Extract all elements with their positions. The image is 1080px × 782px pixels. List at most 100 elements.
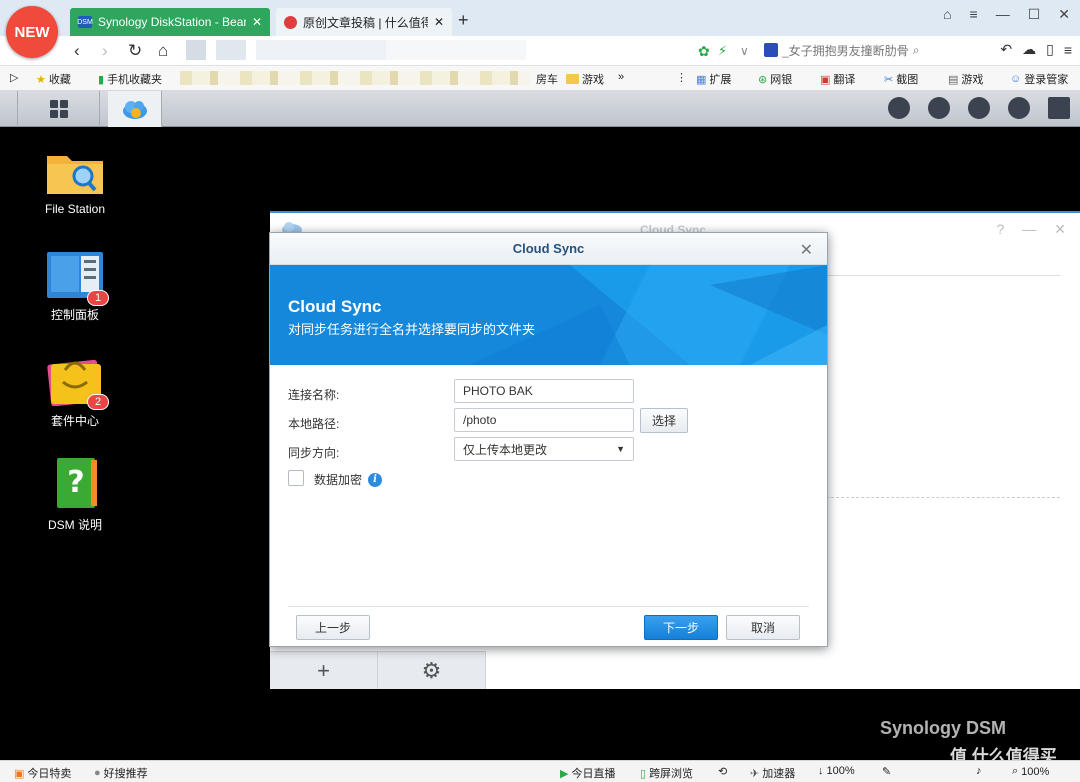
forward-icon[interactable]: › xyxy=(102,41,108,61)
download-icon: ↓ xyxy=(818,765,824,777)
cloud-icon[interactable]: ☁ xyxy=(1022,41,1036,58)
sync-direction-select[interactable]: 仅上传本地更改 ▼ xyxy=(454,437,634,461)
baidu-icon xyxy=(764,43,778,57)
close-window-icon[interactable]: ✕ xyxy=(1058,6,1070,23)
skin-icon[interactable]: ⌂ xyxy=(943,6,951,23)
minimize-icon[interactable]: — xyxy=(1022,221,1036,238)
games-button[interactable]: ▤ 游戏 xyxy=(948,71,983,87)
tab-synology[interactable]: DSM Synology DiskStation - BearDi ✕ xyxy=(70,8,270,36)
gift-icon: ▣ xyxy=(14,767,25,780)
home-icon[interactable]: ⌂ xyxy=(158,41,168,61)
close-icon[interactable]: ✕ xyxy=(1054,221,1066,238)
cloud-sync-taskbar-button[interactable] xyxy=(108,91,162,127)
accelerator-link[interactable]: ✈ 加速器 xyxy=(750,765,795,781)
ext-button[interactable]: ▦ 扩展 xyxy=(696,71,731,87)
chat-icon[interactable] xyxy=(888,97,910,119)
window-list-icon[interactable] xyxy=(1048,97,1070,119)
bookmark-label: 网银 xyxy=(770,74,793,86)
secure-icon: ✿ xyxy=(698,43,710,59)
today-deals-link[interactable]: ▣ 今日特卖 xyxy=(14,765,71,781)
back-icon[interactable]: ‹ xyxy=(74,41,80,61)
info-icon[interactable]: i xyxy=(368,472,383,487)
live-link[interactable]: ▶ 今日直播 xyxy=(560,765,615,781)
connection-name-input[interactable]: PHOTO BAK xyxy=(454,379,634,403)
encrypt-checkbox[interactable] xyxy=(288,470,304,486)
control-panel-icon: 1 xyxy=(45,250,109,306)
desktop-icon-dsm-help[interactable]: ? DSM 说明 xyxy=(30,456,120,533)
bookmark-favorites[interactable]: ★ 收藏 xyxy=(36,71,71,87)
desktop-icon-package-center[interactable]: 2 套件中心 xyxy=(30,352,120,429)
search-box[interactable]: _女子拥抱男友撞断肋骨 ⌕ xyxy=(764,40,944,60)
next-button[interactable]: 下一步 xyxy=(644,615,718,640)
local-path-input[interactable]: /photo xyxy=(454,408,634,432)
divider xyxy=(826,497,1060,498)
bookmark-label: 手机收藏夹 xyxy=(107,74,163,86)
close-icon[interactable]: ✕ xyxy=(800,240,813,260)
search-icon[interactable] xyxy=(968,97,990,119)
refresh-icon[interactable]: ↻ xyxy=(128,41,142,61)
main-menu-button[interactable] xyxy=(18,91,100,127)
undo-icon[interactable]: ↶ xyxy=(1000,41,1012,58)
bookmark-label: 游戏 xyxy=(582,74,604,86)
play-icon: ▶ xyxy=(560,767,569,780)
chevron-down-icon[interactable]: ∨ xyxy=(740,44,749,58)
bookmark-games[interactable]: 游戏 xyxy=(566,71,604,87)
gear-icon[interactable]: ⚙ xyxy=(378,652,486,689)
select-folder-button[interactable]: 选择 xyxy=(640,408,688,433)
sound-icon[interactable]: ♪ xyxy=(976,765,982,777)
url-input[interactable] xyxy=(186,40,526,60)
help-icon[interactable]: ? xyxy=(996,221,1004,238)
desktop-icon-control-panel[interactable]: 1 控制面板 xyxy=(30,250,120,323)
cross-screen-link[interactable]: ▯ 跨屏浏览 xyxy=(640,765,693,781)
bookmark-mobile[interactable]: ▮ 手机收藏夹 xyxy=(98,71,162,87)
new-tab-button[interactable]: + xyxy=(458,10,469,31)
status-label: 好搜推荐 xyxy=(103,768,148,780)
more-menu-icon[interactable]: ≡ xyxy=(1064,42,1072,58)
widget-icon[interactable] xyxy=(1008,97,1030,119)
cancel-button[interactable]: 取消 xyxy=(726,615,800,640)
tab-label: Synology DiskStation - BearDi xyxy=(98,15,246,29)
refresh-status-icon[interactable]: ⟲ xyxy=(718,765,727,778)
bank-button[interactable]: ⊛ 网银 xyxy=(758,71,792,87)
desktop-icon-file-station[interactable]: File Station xyxy=(30,146,120,216)
user-icon[interactable] xyxy=(928,97,950,119)
window-controls: ⌂ ≡ — ☐ ✕ xyxy=(943,6,1070,23)
address-right-tools: ↶ ☁ ▯ ≡ xyxy=(1000,41,1072,58)
search-placeholder: _女子拥抱男友撞断肋骨 xyxy=(782,43,909,58)
bookmark-car[interactable]: 房车 xyxy=(536,71,558,87)
previous-button[interactable]: 上一步 xyxy=(296,615,370,640)
close-tab-icon[interactable]: ✕ xyxy=(252,15,262,29)
sidebar-toggle-icon[interactable]: ▷ xyxy=(10,71,18,84)
recommend-link[interactable]: ● 好搜推荐 xyxy=(94,765,148,781)
phone-icon: ▯ xyxy=(640,767,647,780)
divider xyxy=(288,606,809,607)
status-label: 跨屏浏览 xyxy=(649,768,694,780)
new-badge: NEW xyxy=(6,6,58,58)
bookmark-label: 登录管家 xyxy=(1024,74,1069,86)
zoom-icon: ⌕ xyxy=(1012,765,1019,777)
translate-icon: ▣ xyxy=(820,73,831,86)
translate-button[interactable]: ▣ 翻译 xyxy=(820,71,855,87)
maximize-icon[interactable]: ☐ xyxy=(1028,6,1041,23)
tab-smzdm[interactable]: 原创文章投稿 | 什么值得买 ✕ xyxy=(276,8,452,36)
cloud-sync-icon xyxy=(122,101,147,119)
zoom-status[interactable]: ⌕ 100% xyxy=(1012,765,1049,778)
download-status[interactable]: ↓ 100% xyxy=(818,765,855,777)
login-button[interactable]: ☺ 登录管家 xyxy=(1010,71,1068,87)
status-label: 100% xyxy=(1021,765,1050,778)
encrypt-row: 数据加密 i xyxy=(314,471,383,488)
minimize-icon[interactable]: — xyxy=(996,6,1010,23)
dialog-title: Cloud Sync xyxy=(270,233,827,265)
kebab-icon[interactable]: ⋮ xyxy=(676,71,687,84)
svg-text:?: ? xyxy=(67,465,84,500)
menu-icon[interactable]: ≡ xyxy=(970,6,978,23)
close-tab-icon[interactable]: ✕ xyxy=(434,15,444,29)
bookmark-more[interactable]: » xyxy=(618,71,624,83)
add-icon[interactable]: + xyxy=(270,652,378,689)
pen-icon[interactable]: ✎ xyxy=(882,765,891,778)
screenshot-button[interactable]: ✂ 截图 xyxy=(884,71,918,87)
search-icon[interactable]: ⌕ xyxy=(913,43,920,58)
phone-icon[interactable]: ▯ xyxy=(1046,41,1054,58)
status-label: 100% xyxy=(826,765,855,777)
browser-tabbar: DSM Synology DiskStation - BearDi ✕ 原创文章… xyxy=(0,0,1080,36)
